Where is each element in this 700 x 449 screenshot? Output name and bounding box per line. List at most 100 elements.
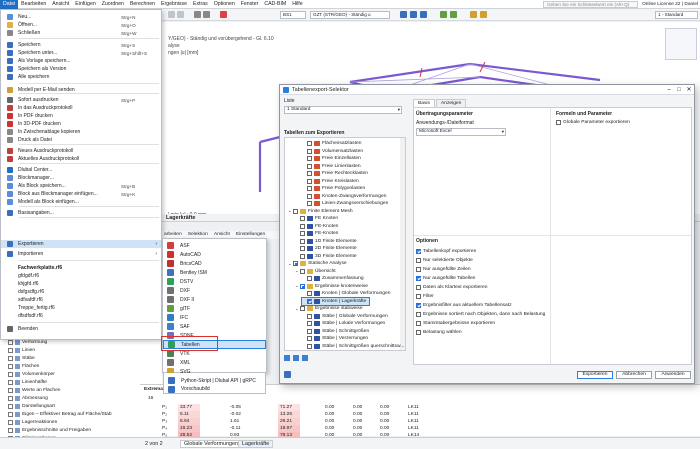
- tree-checkbox[interactable]: [307, 193, 312, 199]
- export-item-0[interactable]: ASF: [163, 241, 266, 250]
- tree-item[interactable]: ⌄ Finite Element Mesh: [288, 208, 353, 215]
- file-menu-item-23[interactable]: Exportieren ›: [1, 240, 161, 248]
- export-item-16[interactable]: Vorschaubild: [163, 385, 266, 394]
- menu-6[interactable]: Ergebnisse: [158, 0, 190, 9]
- tree-checkbox[interactable]: [307, 163, 312, 169]
- case-combo[interactable]: GZT (STR/GEO) - Ständig u: [310, 11, 390, 19]
- tree-item[interactable]: ⌄ Statische Analyse: [288, 260, 347, 267]
- tab-display[interactable]: Anzeigen: [435, 99, 467, 107]
- menu-10[interactable]: CAD-BIM: [261, 0, 289, 9]
- option-checkbox[interactable]: [416, 294, 421, 299]
- navigator-checkbox[interactable]: [8, 419, 13, 425]
- navigator-item[interactable]: Ergebnisschnitte und Freigaben: [8, 426, 91, 434]
- select-all-icon[interactable]: [284, 355, 290, 361]
- tools-icon[interactable]: [470, 11, 477, 18]
- option-row[interactable]: Belastung wählen: [416, 329, 462, 336]
- option-checkbox[interactable]: [416, 258, 421, 263]
- file-menu-item-11[interactable]: In PDF drucken: [1, 112, 161, 120]
- file-menu-item-14[interactable]: Druck als Datei: [1, 136, 161, 144]
- tree-checkbox[interactable]: [307, 343, 312, 349]
- tree-item[interactable]: 2D Finite Elemente: [295, 245, 357, 252]
- export-item-13[interactable]: XML: [163, 358, 266, 367]
- file-menu-item-16[interactable]: Aktuelles Ausdruckprotokoll: [1, 155, 161, 163]
- navigator-checkbox[interactable]: [8, 411, 13, 417]
- tree-checkbox[interactable]: [307, 178, 312, 184]
- navigator-checkbox[interactable]: [8, 427, 13, 433]
- menu-7[interactable]: Extras: [190, 0, 211, 9]
- nav-back-icon[interactable]: [168, 11, 175, 18]
- file-menu-item-30[interactable]: Treppe_fertig.rf6: [1, 304, 161, 312]
- global-param-checkbox[interactable]: [556, 120, 561, 125]
- calc-icon[interactable]: [220, 11, 227, 18]
- option-checkbox[interactable]: [416, 276, 421, 281]
- export-item-15[interactable]: Python-Skript | Dlubal API | gRPC: [163, 376, 266, 385]
- file-menu-item-27[interactable]: khjgfd.rf6: [1, 280, 161, 288]
- file-menu-item-26[interactable]: gfdgdf.rf6: [1, 272, 161, 280]
- tree-item[interactable]: Stäbe | Globale Verformungen: [302, 313, 388, 320]
- tree-checkbox[interactable]: [307, 171, 312, 176]
- list-combo[interactable]: 1 Standard ▾: [284, 106, 402, 114]
- view-cube[interactable]: [665, 28, 697, 60]
- maximize-icon[interactable]: □: [674, 85, 684, 95]
- tree-item[interactable]: FE-Knoten: [295, 223, 338, 230]
- export-button[interactable]: Exportieren: [577, 371, 613, 379]
- tree-item[interactable]: Stäbe | Verzerrungen: [302, 335, 368, 342]
- option-checkbox[interactable]: [416, 249, 421, 254]
- navigator-checkbox[interactable]: [8, 395, 13, 401]
- option-row[interactable]: Stammtabergebnisse exportieren: [416, 320, 495, 327]
- file-menu-item-18[interactable]: Blockmanager...: [1, 174, 161, 182]
- tree-item[interactable]: ⌄ Ergebnisse knotenweise: [295, 283, 368, 290]
- tree-checkbox[interactable]: [307, 336, 312, 341]
- tree-checkbox[interactable]: [307, 313, 312, 319]
- export-item-1[interactable]: AutoCAD: [163, 250, 266, 259]
- tab-support-forces[interactable]: Lagerkräfte: [238, 440, 274, 448]
- tree-checkbox[interactable]: [307, 186, 312, 191]
- tree-checkbox[interactable]: [300, 283, 305, 289]
- tree-item[interactable]: Volumensatzlasten: [302, 148, 363, 155]
- tree-checkbox[interactable]: [293, 208, 298, 214]
- tree-item[interactable]: Stäbe | Schnittgrößen: [302, 328, 369, 335]
- file-menu-item-15[interactable]: Neues Ausdruckprotokoll: [1, 147, 161, 155]
- menu-1[interactable]: Bearbeiten: [18, 0, 49, 9]
- tree-checkbox[interactable]: [307, 298, 312, 304]
- option-row[interactable]: Nur ausgefüllte Tabellen: [416, 275, 475, 282]
- tree-item[interactable]: Freie Polygonlasten: [302, 185, 365, 192]
- tree-item[interactable]: Stäbe | Lokale Verformungen: [302, 320, 385, 327]
- tree-checkbox[interactable]: [300, 231, 305, 236]
- navigator-item[interactable]: Darstellungsart: [8, 402, 55, 410]
- results-icon[interactable]: [450, 11, 457, 18]
- tree-item[interactable]: Knoten | Globale Verformungen: [302, 290, 390, 297]
- collapse-icon[interactable]: ⌄: [295, 268, 299, 274]
- export-item-9[interactable]: SAF: [163, 322, 266, 331]
- global-param-option[interactable]: Globale Parameter exportieren: [556, 120, 630, 125]
- file-menu-item-10[interactable]: In das Ausdruckprotokoll: [1, 104, 161, 112]
- file-menu-item-20[interactable]: Block aus Blockmanager einfügen... Strg+K: [1, 190, 161, 198]
- tree-checkbox[interactable]: [307, 156, 312, 161]
- navigator-item[interactable]: Lagerreaktionen: [8, 418, 57, 426]
- tree-item[interactable]: Freie Einzellasten: [302, 155, 361, 162]
- tree-checkbox[interactable]: [300, 268, 305, 274]
- navigator-item[interactable]: Flächen: [8, 362, 39, 370]
- navigator-item[interactable]: Abmessung: [8, 394, 48, 402]
- option-row[interactable]: Nur ausgefüllte Zeilen: [416, 266, 471, 273]
- file-menu-item-17[interactable]: Dlubal Center...: [1, 166, 161, 174]
- navigator-item[interactable]: Werte an Flächen: [8, 386, 61, 394]
- export-item-8[interactable]: IFC: [163, 313, 266, 322]
- tree-scrollbar[interactable]: [400, 138, 405, 350]
- navigator-item[interactable]: Eigen – Effektiver Betrag auf Fläche/Sta…: [8, 410, 112, 418]
- navigator-checkbox[interactable]: [8, 387, 13, 393]
- navigator-item[interactable]: Stäbe: [8, 354, 35, 362]
- search-icon[interactable]: [284, 371, 291, 378]
- export-item-4[interactable]: DSTV: [163, 277, 266, 286]
- tree-checkbox[interactable]: [307, 321, 312, 326]
- collapse-icon[interactable]: ⌄: [288, 208, 292, 214]
- tree-checkbox[interactable]: [293, 261, 298, 266]
- file-menu-item-28[interactable]: dsfgsdfg.rf6: [1, 288, 161, 296]
- export-item-7[interactable]: glTF: [163, 304, 266, 313]
- file-menu-item-5[interactable]: Als Vorlage speichern...: [1, 57, 161, 65]
- tree-item[interactable]: Freie Linienlasten: [302, 163, 361, 170]
- tree-item[interactable]: Freie Kreislasten: [302, 178, 359, 185]
- tree-item[interactable]: ⌄ Ergebnisse stabweise: [295, 305, 363, 312]
- tree-item[interactable]: Knoten | Lagerkräfte: [300, 296, 371, 306]
- tree-checkbox[interactable]: [300, 246, 305, 251]
